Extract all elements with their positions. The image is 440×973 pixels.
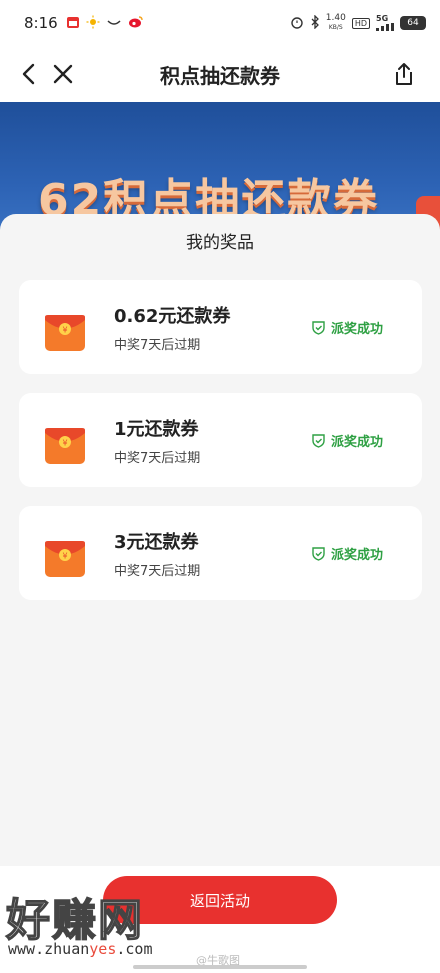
prize-status: 派奖成功 [311,431,383,450]
close-icon [53,64,73,84]
sheet-title: 我的奖品 [186,233,254,253]
bluetooth-icon [310,13,320,32]
net-speed-unit: KB/S [328,24,343,31]
prize-status-label: 派奖成功 [330,435,383,450]
prize-status-label: 派奖成功 [330,322,383,337]
calendar-app-icon [66,14,80,33]
share-button[interactable] [388,58,420,90]
signal-5g: 5G [376,15,394,31]
battery-indicator: 64 [400,16,426,30]
red-envelope-icon: ¥ [45,313,85,353]
red-envelope-icon: ¥ [45,539,85,579]
prize-expiry: 中奖7天后过期 [114,338,201,353]
prize-card: ¥ 3元还款券 中奖7天后过期 派奖成功 [19,506,422,600]
net-speed-value: 1.40 [325,13,346,23]
smile-icon [106,14,122,33]
prize-name: 3元还款券 [114,532,199,553]
shield-check-icon [312,434,325,448]
url-part-1: www.zhuan [8,940,90,958]
site-watermark-logo: 好赚网 [5,894,144,947]
status-bar: 8:16 1.40 KB/S HD 5G 64 [0,0,440,46]
net-speed: 1.40 KB/S [326,14,346,32]
svg-text:¥: ¥ [62,439,67,448]
hd-badge: HD [351,17,370,29]
prize-card: ¥ 0.62元还款券 中奖7天后过期 派奖成功 [19,280,422,374]
alarm-icon [290,15,304,32]
signal-label: 5G [376,14,389,23]
nav-bar: 积点抽还款券 [0,46,440,102]
svg-text:¥: ¥ [62,326,67,335]
status-time: 8:16 [24,14,58,32]
prize-card: ¥ 1元还款券 中奖7天后过期 派奖成功 [19,393,422,487]
home-indicator[interactable] [133,965,307,969]
shield-check-icon [312,547,325,561]
chevron-left-icon [22,63,35,85]
my-prizes-sheet: 我的奖品 ¥ 0.62元还款券 中奖7天后过期 派奖成功 ¥ 1元还款券 中奖7… [0,214,440,973]
url-part-3: .com [116,940,153,958]
prize-expiry: 中奖7天后过期 [114,564,201,579]
signal-bars-icon [376,23,394,31]
prize-name: 1元还款券 [114,419,199,440]
prize-name: 0.62元还款券 [114,306,231,327]
prize-expiry: 中奖7天后过期 [114,451,201,466]
weibo-app-icon [128,14,144,33]
sun-icon [86,14,100,33]
prize-status-label: 派奖成功 [330,548,383,563]
close-button[interactable] [47,58,79,90]
share-icon [396,63,412,85]
prize-status: 派奖成功 [311,544,383,563]
back-button[interactable] [13,58,45,90]
site-watermark-url: www.zhuanyes.com [8,940,153,958]
shield-check-icon [312,321,325,335]
prize-status: 派奖成功 [311,318,383,337]
svg-text:¥: ¥ [62,552,67,561]
red-envelope-icon: ¥ [45,426,85,466]
url-part-2: yes [89,940,117,958]
